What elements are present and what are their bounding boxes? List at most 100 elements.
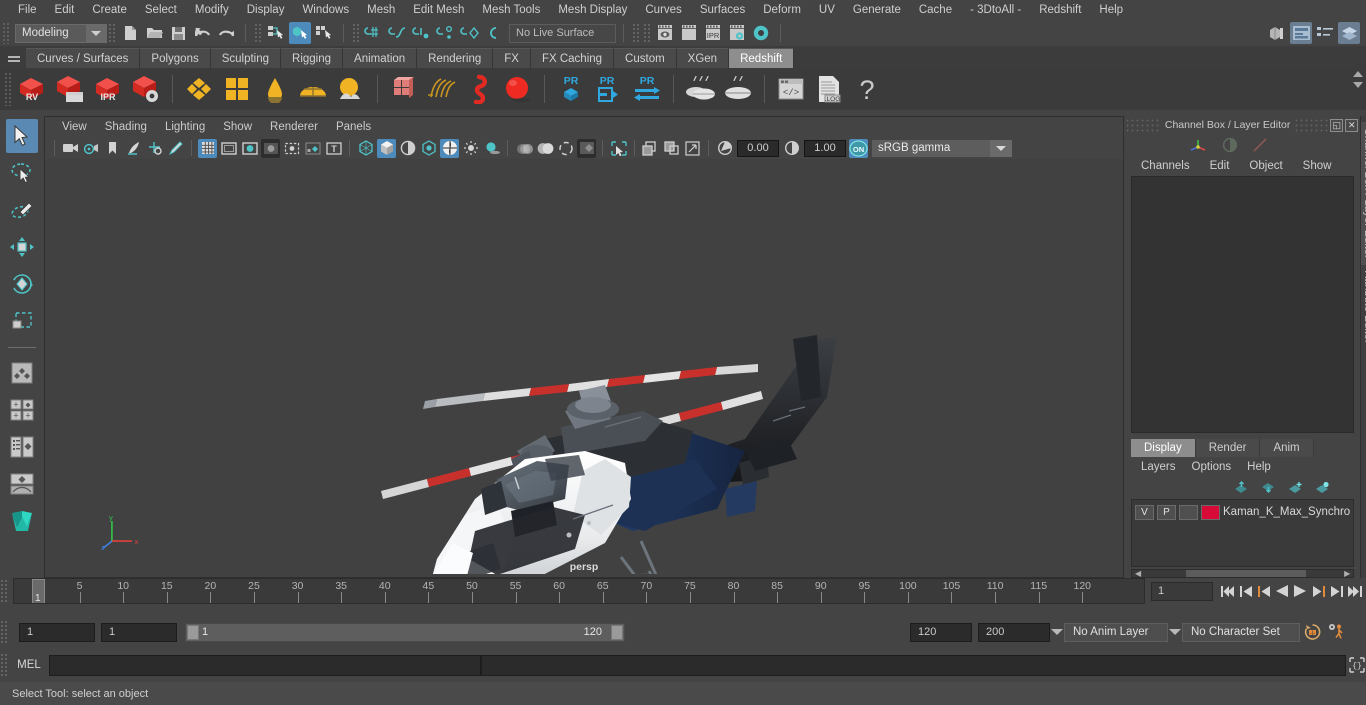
- layer-list[interactable]: V P Kaman_K_Max_Synchro: [1131, 499, 1355, 567]
- gpu-cache-icon[interactable]: [641, 139, 660, 158]
- menu-display[interactable]: Display: [238, 0, 294, 20]
- anim-layer-chevron-icon[interactable]: [1050, 623, 1064, 642]
- anim-end-field[interactable]: 200: [978, 622, 1050, 642]
- motion-blur-icon[interactable]: [514, 139, 533, 158]
- paint-select-tool[interactable]: [6, 193, 38, 227]
- anim-layer-selector[interactable]: No Anim Layer: [1064, 622, 1168, 642]
- redshift-render-settings-icon[interactable]: [129, 72, 163, 106]
- move-layer-down-icon[interactable]: [1261, 481, 1276, 494]
- menu-modify[interactable]: Modify: [186, 0, 238, 20]
- redshift-sphere-icon[interactable]: [501, 72, 535, 106]
- go-to-start-icon[interactable]: [1220, 582, 1236, 600]
- two-d-pan-zoom-icon[interactable]: [145, 139, 164, 158]
- redshift-pr-export-icon[interactable]: PR: [592, 72, 626, 106]
- redshift-material-blender-icon[interactable]: [220, 72, 254, 106]
- menu-set-selector[interactable]: Modeling: [15, 23, 107, 43]
- rotate-tool[interactable]: [6, 267, 38, 301]
- layer-menu-layers[interactable]: Layers: [1133, 461, 1184, 473]
- viewport-menu-shading[interactable]: Shading: [96, 117, 156, 137]
- film-gate-icon[interactable]: [219, 139, 238, 158]
- shelf-tab-rendering[interactable]: Rendering: [417, 48, 494, 68]
- manipulator-axis-icon[interactable]: [1190, 137, 1208, 153]
- shelf-tab-sculpting[interactable]: Sculpting: [210, 48, 282, 68]
- toolbar-grip-5[interactable]: [643, 23, 652, 43]
- menu-uv[interactable]: UV: [810, 0, 844, 20]
- anim-start-field[interactable]: 1: [19, 622, 95, 642]
- shelf-tab-fx-caching[interactable]: FX Caching: [530, 48, 615, 68]
- channel-toggle-icon[interactable]: [1222, 137, 1238, 153]
- grid-toggle-icon[interactable]: [198, 138, 217, 158]
- vertical-tab-channel-box[interactable]: Channel Box / Layer Editor: [1361, 122, 1366, 265]
- redshift-dome-light-icon[interactable]: [296, 72, 330, 106]
- shelf-tab-rigging[interactable]: Rigging: [281, 48, 344, 68]
- menu-surfaces[interactable]: Surfaces: [691, 0, 754, 20]
- channel-box-content[interactable]: [1131, 176, 1355, 433]
- bookmark-icon[interactable]: [103, 139, 122, 158]
- menu-help[interactable]: Help: [1090, 0, 1132, 20]
- command-output-field[interactable]: [481, 654, 1346, 676]
- render-view-icon[interactable]: [654, 22, 676, 44]
- step-forward-keyframe-icon[interactable]: [1328, 582, 1344, 600]
- redshift-environment-icon[interactable]: [334, 72, 368, 106]
- redshift-pr-convert-icon[interactable]: PR: [630, 72, 664, 106]
- chevron-down-icon[interactable]: [86, 24, 106, 42]
- viewport-menu-view[interactable]: View: [53, 117, 96, 137]
- layer-list-scrollbar[interactable]: ◀ ▶: [1131, 569, 1355, 578]
- shelf-tab-curves-surfaces[interactable]: Curves / Surfaces: [26, 48, 141, 68]
- menu-edit[interactable]: Edit: [46, 0, 84, 20]
- step-back-frame-icon[interactable]: [1256, 582, 1272, 600]
- menu-mesh[interactable]: Mesh: [358, 0, 404, 20]
- viewport-menu-show[interactable]: Show: [214, 117, 261, 137]
- shelf-tab-redshift[interactable]: Redshift: [729, 48, 795, 68]
- layer-tab-render[interactable]: Render: [1195, 439, 1261, 457]
- redshift-light-cone-icon[interactable]: [258, 72, 292, 106]
- shelf-tab-fx[interactable]: FX: [493, 48, 531, 68]
- toolbar-grip-1[interactable]: [108, 23, 117, 43]
- four-view-layout[interactable]: + + +: [6, 393, 38, 427]
- isolate-select-icon[interactable]: [556, 139, 575, 158]
- shelf-tab-xgen[interactable]: XGen: [676, 48, 730, 68]
- outliner-persp-layout[interactable]: [6, 430, 38, 464]
- gpu-cache-alt-icon[interactable]: [662, 139, 681, 158]
- shadows-icon[interactable]: [461, 139, 480, 158]
- range-start-field[interactable]: 1: [101, 622, 177, 642]
- menu-create[interactable]: Create: [83, 0, 136, 20]
- redo-icon[interactable]: [215, 22, 237, 44]
- layer-name[interactable]: Kaman_K_Max_Synchro: [1223, 506, 1350, 518]
- scroll-right-icon[interactable]: ▶: [1341, 569, 1353, 578]
- shelf-scroll-arrows[interactable]: [1353, 71, 1363, 88]
- redshift-pr-object-icon[interactable]: PR: [554, 72, 588, 106]
- shelf-grip[interactable]: [4, 72, 13, 106]
- current-frame-field[interactable]: 1: [1151, 581, 1213, 601]
- select-tool[interactable]: [6, 119, 38, 153]
- layer-tab-display[interactable]: Display: [1131, 439, 1196, 457]
- menu-cache[interactable]: Cache: [910, 0, 961, 20]
- exposure-field[interactable]: 0.00: [737, 139, 779, 157]
- scale-tool[interactable]: [6, 304, 38, 338]
- menu-file[interactable]: File: [9, 0, 46, 20]
- color-space-selector[interactable]: sRGB gamma: [872, 139, 1012, 157]
- command-input-field[interactable]: [49, 654, 481, 676]
- channel-box-menu-channels[interactable]: Channels: [1131, 160, 1200, 172]
- shelf-tab-polygons[interactable]: Polygons: [140, 48, 211, 68]
- redshift-render-view-icon[interactable]: RV: [15, 72, 49, 106]
- menu-redshift[interactable]: Redshift: [1030, 0, 1090, 20]
- xray-icon[interactable]: [303, 139, 322, 158]
- shelf-tab-animation[interactable]: Animation: [343, 48, 418, 68]
- range-start-handle[interactable]: [187, 624, 199, 640]
- gamma-icon[interactable]: [782, 139, 801, 158]
- shelf-tab-custom[interactable]: Custom: [614, 48, 677, 68]
- menu-3dtoall[interactable]: - 3DtoAll -: [961, 0, 1030, 20]
- layer-menu-help[interactable]: Help: [1239, 461, 1279, 473]
- resize-panel-icon[interactable]: [683, 139, 702, 158]
- xray-display-icon[interactable]: [577, 138, 596, 158]
- redshift-proxy-icon[interactable]: [387, 72, 421, 106]
- redshift-ipr-icon[interactable]: IPR: [91, 72, 125, 106]
- layer-color-swatch[interactable]: [1201, 504, 1220, 520]
- snap-to-view-plane-icon[interactable]: [459, 22, 481, 44]
- character-set-selector[interactable]: No Character Set: [1182, 622, 1300, 642]
- multisample-icon[interactable]: [535, 139, 554, 158]
- snap-to-point-icon[interactable]: [411, 22, 433, 44]
- shelf-menu-icon[interactable]: [2, 46, 26, 68]
- render-current-frame-icon[interactable]: [678, 22, 700, 44]
